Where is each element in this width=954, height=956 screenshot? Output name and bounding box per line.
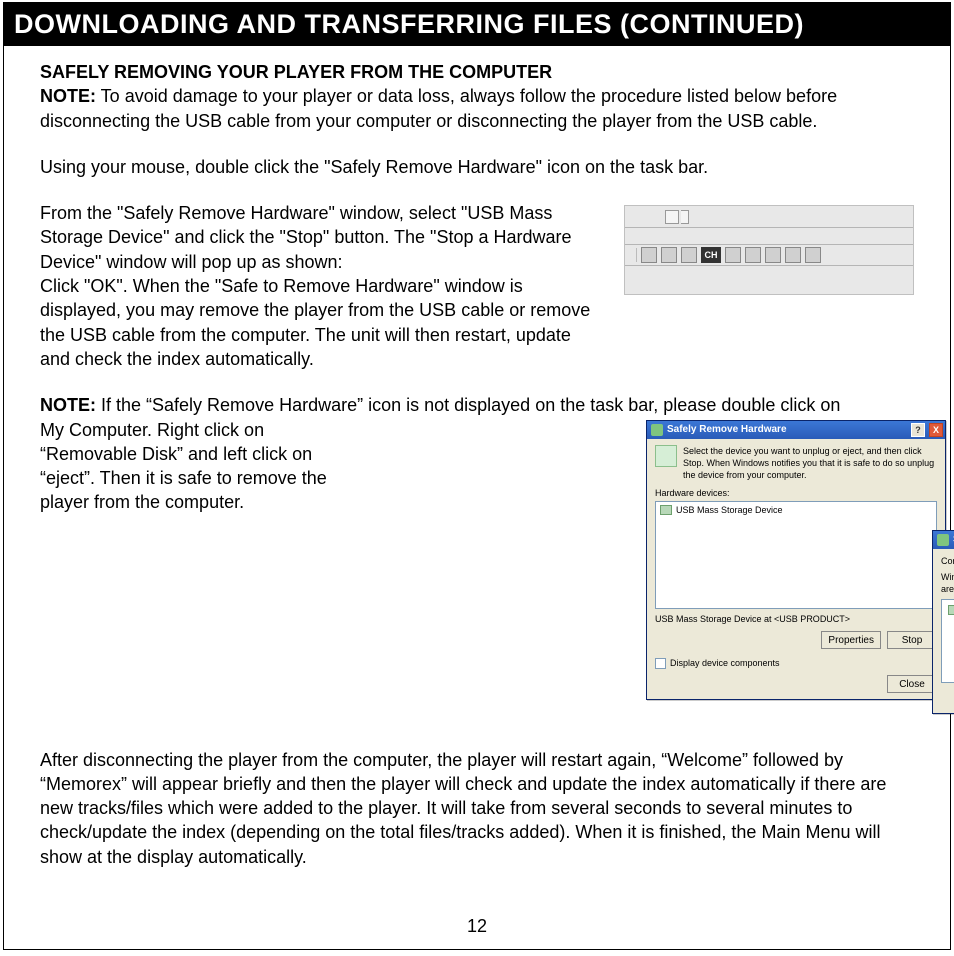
confirm-line: Confirm devices to be stopped, Choose OK… xyxy=(941,555,954,567)
stop-button[interactable]: Stop xyxy=(887,631,937,649)
status-text: USB Mass Storage Device at <USB PRODUCT> xyxy=(655,613,937,625)
display-components-checkbox[interactable] xyxy=(655,658,666,669)
taskbar-tab-icon xyxy=(665,210,679,224)
instruction-text: Select the device you want to unplug or … xyxy=(683,445,937,481)
eject-icon xyxy=(655,445,677,467)
note-1-text: To avoid damage to your player or data l… xyxy=(40,86,837,130)
para-click-ok: Click "OK". When the "Safe to Remove Har… xyxy=(40,274,604,371)
attempt-line: Windows will attempt to stop the followi… xyxy=(941,571,954,595)
tray-icon xyxy=(661,247,677,263)
page-banner: DOWNLOADING AND TRANSFERRING FILES (CONT… xyxy=(4,3,950,46)
note-2-text: If the “Safely Remove Hardware” icon is … xyxy=(96,395,840,415)
window-icon xyxy=(651,424,663,436)
tray-icon xyxy=(725,247,741,263)
window-title: Safely Remove Hardware xyxy=(667,423,787,437)
tray-icon xyxy=(785,247,801,263)
page-content: SAFELY REMOVING YOUR PLAYER FROM THE COM… xyxy=(4,46,950,869)
tray-ch-icon: CH xyxy=(701,247,721,263)
stop-hardware-window: Stop a Hardware device ? X Confirm devic… xyxy=(932,530,954,714)
page-number: 12 xyxy=(4,916,950,937)
devices-tree[interactable]: USB Mass Storage Device Generic volume -… xyxy=(941,599,954,683)
tray-icon xyxy=(745,247,761,263)
manual-page: DOWNLOADING AND TRANSFERRING FILES (CONT… xyxy=(3,2,951,950)
close-window-button[interactable]: Close xyxy=(887,675,937,693)
para-after-disconnect: After disconnecting the player from the … xyxy=(40,748,914,869)
safely-remove-window: Safely Remove Hardware ? X Select the de… xyxy=(646,420,946,701)
tray-icon xyxy=(641,247,657,263)
para-mycomputer: My Computer. Right click on “Removable D… xyxy=(40,418,330,515)
taskbar-screenshot: CH xyxy=(624,205,914,295)
note-label-1: NOTE: xyxy=(40,86,96,106)
usb-device-icon xyxy=(660,505,672,515)
taskbar-arrow-icon xyxy=(681,210,689,224)
subheading: SAFELY REMOVING YOUR PLAYER FROM THE COM… xyxy=(40,62,552,82)
devices-label: Hardware devices: xyxy=(655,487,937,499)
window-icon xyxy=(937,534,949,546)
note-label-2: NOTE: xyxy=(40,395,96,415)
properties-button[interactable]: Properties xyxy=(821,631,881,649)
devices-listbox[interactable]: USB Mass Storage Device xyxy=(655,501,937,609)
close-button[interactable]: X xyxy=(929,423,943,437)
usb-device-icon xyxy=(948,605,954,615)
tray-separator-icon xyxy=(629,248,637,262)
para-select: From the "Safely Remove Hardware" window… xyxy=(40,201,604,274)
device-item: USB Mass Storage Device xyxy=(676,504,783,516)
tray-icon xyxy=(681,247,697,263)
tray-icon xyxy=(765,247,781,263)
display-components-label: Display device components xyxy=(670,657,780,669)
para-doubleclick: Using your mouse, double click the "Safe… xyxy=(40,155,914,179)
tray-icon xyxy=(805,247,821,263)
help-button[interactable]: ? xyxy=(911,423,925,437)
